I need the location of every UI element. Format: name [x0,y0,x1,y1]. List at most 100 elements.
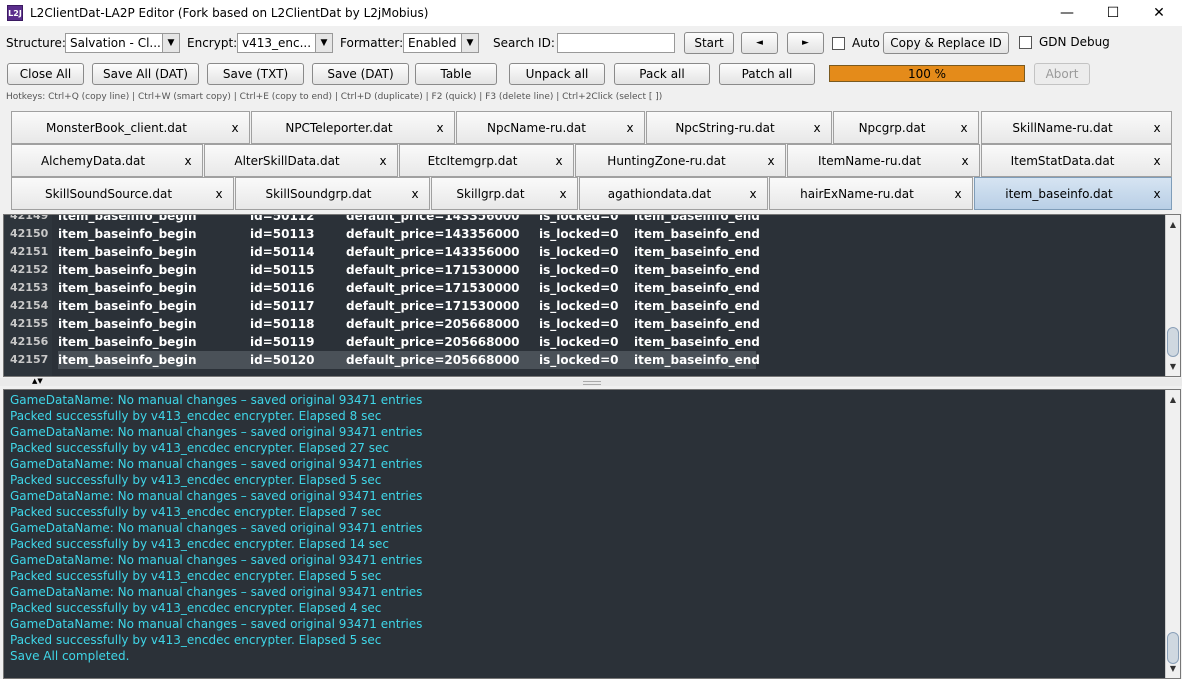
editor-scrollbar[interactable]: ▲ ▼ [1165,215,1180,376]
tab-alterskilldata-dat[interactable]: AlterSkillData.dat x [204,144,398,177]
save-dat-button[interactable]: Save (DAT) [312,63,409,85]
patch-all-button[interactable]: Patch all [719,63,815,85]
scroll-down-icon[interactable]: ▼ [1166,661,1180,676]
log-line: Packed successfully by v413_encdec encry… [10,441,389,455]
close-window-button[interactable]: ✕ [1136,0,1182,26]
code-token: item_baseinfo_end [634,245,760,259]
auto-checkbox[interactable] [832,37,845,50]
tab-close-icon[interactable]: x [950,121,978,135]
tab-close-icon[interactable]: x [545,154,573,168]
search-id-input[interactable] [557,33,675,53]
code-line[interactable]: item_baseinfo_begin id=50120 default_price… [58,351,760,369]
code-line[interactable]: item_baseinfo_begin id=50115 default_price… [58,261,760,279]
tab-close-icon[interactable]: x [221,121,249,135]
tab-close-icon[interactable]: x [1143,154,1171,168]
editor-scroll-thumb[interactable] [1167,327,1179,357]
maximize-button[interactable]: ☐ [1090,0,1136,26]
log-line: GameDataName: No manual changes – saved … [10,585,423,599]
splitter[interactable]: ▲▼ [0,377,1182,386]
prev-button[interactable]: ◄ [741,32,778,54]
tab-itemstatdata-dat[interactable]: ItemStatData.dat x [981,144,1172,177]
scroll-up-icon[interactable]: ▲ [1166,392,1180,407]
code-line[interactable]: item_baseinfo_begin id=50119 default_price… [58,333,760,351]
minimize-button[interactable]: — [1044,0,1090,26]
next-button[interactable]: ► [787,32,824,54]
splitter-grip-icon[interactable] [583,381,601,385]
tab-label: item_baseinfo.dat [1005,186,1113,201]
save-all-dat-button[interactable]: Save All (DAT) [92,63,199,85]
log-scrollbar[interactable]: ▲ ▼ [1165,390,1180,678]
code-token: id=50114 [250,245,315,259]
tab-npcstring-ru-dat[interactable]: NpcString-ru.dat x [646,111,832,144]
code-token: default_price=205668000 [346,353,520,367]
tab-npcteleporter-dat[interactable]: NPCTeleporter.dat x [251,111,455,144]
tab-alchemydata-dat[interactable]: AlchemyData.dat x [11,144,203,177]
window-title: L2ClientDat-LA2P Editor (Fork based on L… [30,6,429,20]
line-number: 42150 [10,227,49,240]
table-button[interactable]: Table [415,63,497,85]
tab-label: HuntingZone-ru.dat [607,153,726,168]
code-line[interactable]: item_baseinfo_begin id=50114 default_price… [58,243,760,261]
formatter-select[interactable]: Enabled ▼ [403,33,479,53]
code-line[interactable]: item_baseinfo_begin id=50117 default_price… [58,297,760,315]
code-token: item_baseinfo_begin [58,335,197,349]
tab-close-icon[interactable]: x [951,154,979,168]
tab-close-icon[interactable]: x [1143,121,1171,135]
encrypt-select[interactable]: v413_enc... ▼ [237,33,333,53]
tab-skillgrp-dat[interactable]: Skillgrp.dat x [431,177,578,210]
tab-npcname-ru-dat[interactable]: NpcName-ru.dat x [456,111,645,144]
tab-close-icon[interactable]: x [174,154,202,168]
code-line[interactable]: item_baseinfo_begin id=50112 default_price… [58,214,760,225]
tab-label: AlterSkillData.dat [234,153,340,168]
splitter-arrows-icon[interactable]: ▲▼ [32,377,43,385]
code-line[interactable]: item_baseinfo_begin id=50118 default_price… [58,315,760,333]
tab-skillsoundgrp-dat[interactable]: SkillSoundgrp.dat x [235,177,430,210]
abort-button[interactable]: Abort [1034,63,1090,85]
log-line: Packed successfully by v413_encdec encry… [10,473,382,487]
tab-huntingzone-ru-dat[interactable]: HuntingZone-ru.dat x [575,144,786,177]
tab-close-icon[interactable]: x [803,121,831,135]
code-token: id=50119 [250,335,315,349]
pack-all-button[interactable]: Pack all [614,63,710,85]
text-editor[interactable]: 42149 42150 42151 42152 42153 42154 42155 42156… [3,214,1181,377]
tab-itemname-ru-dat[interactable]: ItemName-ru.dat x [787,144,980,177]
tab-hairexname-ru-dat[interactable]: hairExName-ru.dat x [769,177,973,210]
tab-etcitemgrp-dat[interactable]: EtcItemgrp.dat x [399,144,574,177]
tab-close-icon[interactable]: x [616,121,644,135]
code-line[interactable]: item_baseinfo_begin id=50116 default_price… [58,279,760,297]
tab-close-icon[interactable]: x [757,154,785,168]
log-scroll-thumb[interactable] [1167,632,1179,664]
copy-replace-id-button[interactable]: Copy & Replace ID [883,32,1009,54]
tab-label: ItemStatData.dat [1010,153,1115,168]
tab-close-icon[interactable]: x [369,154,397,168]
scroll-up-icon[interactable]: ▲ [1166,217,1180,232]
tab-monsterbook-client-dat[interactable]: MonsterBook_client.dat x [11,111,250,144]
formatter-value: Enabled [408,36,457,50]
tab-close-icon[interactable]: x [549,187,577,201]
structure-select[interactable]: Salvation - Cl... ▼ [65,33,180,53]
unpack-all-button[interactable]: Unpack all [509,63,605,85]
log-line: GameDataName: No manual changes – saved … [10,393,423,407]
code-token: id=50116 [250,281,315,295]
tab-close-icon[interactable]: x [1143,187,1171,201]
code-line[interactable]: item_baseinfo_begin id=50113 default_price… [58,225,760,243]
tab-close-icon[interactable]: x [205,187,233,201]
scroll-down-icon[interactable]: ▼ [1166,359,1180,374]
start-button[interactable]: Start [684,32,734,54]
gdn-debug-checkbox[interactable] [1019,36,1032,49]
tab-skillsoundsource-dat[interactable]: SkillSoundSource.dat x [11,177,234,210]
tab-item-baseinfo-dat[interactable]: item_baseinfo.dat x [974,177,1172,210]
tab-close-icon[interactable]: x [944,187,972,201]
code-token: id=50112 [250,214,315,223]
app-icon: L2J [7,5,23,21]
code-token: item_baseinfo_begin [58,317,197,331]
tab-npcgrp-dat[interactable]: Npcgrp.dat x [833,111,979,144]
save-txt-button[interactable]: Save (TXT) [207,63,304,85]
tab-close-icon[interactable]: x [739,187,767,201]
tab-close-icon[interactable]: x [426,121,454,135]
tab-agathiondata-dat[interactable]: agathiondata.dat x [579,177,768,210]
tab-skillname-ru-dat[interactable]: SkillName-ru.dat x [981,111,1172,144]
code-token: default_price=143356000 [346,214,520,223]
close-all-button[interactable]: Close All [7,63,84,85]
tab-close-icon[interactable]: x [401,187,429,201]
